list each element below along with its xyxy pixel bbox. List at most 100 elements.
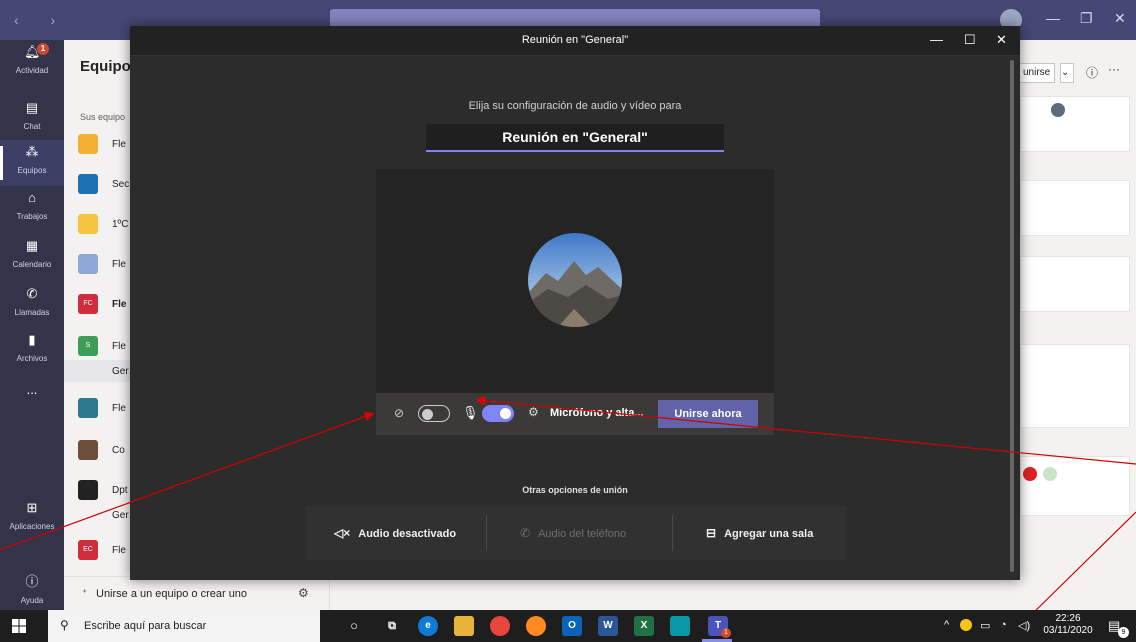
join-meeting-button[interactable]: unirse	[1018, 63, 1056, 83]
team-name: Fle	[112, 403, 126, 414]
team-name: Fle	[112, 341, 126, 352]
phone-icon: ✆	[26, 286, 38, 301]
activity-badge: 1	[37, 43, 49, 55]
team-icon	[78, 398, 98, 418]
volume-icon[interactable]: ◁)	[1018, 619, 1030, 632]
chevron-up-icon[interactable]: ^	[944, 619, 949, 631]
other-join-options: ◁× Audio desactivado ✆ Audio del teléfono …	[306, 506, 846, 560]
option-label: Audio desactivado	[358, 528, 457, 540]
apps-icon: ⊞	[26, 500, 38, 515]
rail-label: Calendario	[12, 260, 52, 269]
gear-icon[interactable]: ⚙	[528, 405, 539, 419]
team-icon	[78, 174, 98, 194]
battery-icon[interactable]: ▭	[980, 619, 990, 632]
camera-off-icon: ⊘	[394, 406, 405, 420]
join-create-team[interactable]: ⁺ Unirse a un equipo o crear uno ⚙	[64, 576, 330, 610]
more-options-icon[interactable]: ···	[1108, 62, 1120, 76]
cortana-icon[interactable]: ○	[344, 616, 364, 636]
rail-calendar[interactable]: ▦ Calendario	[0, 234, 64, 280]
camera-toggle[interactable]	[418, 405, 450, 422]
microphone-icon: 🎙︎	[462, 405, 479, 420]
info-icon[interactable]: ⓘ	[1086, 64, 1098, 81]
rail-apps[interactable]: ⊞ Aplicaciones	[0, 496, 64, 542]
chat-icon: ▤	[25, 100, 39, 115]
option-label: Agregar una sala	[724, 528, 814, 540]
close-icon[interactable]: ✕	[996, 32, 1007, 48]
rail-assignments[interactable]: ⌂ Trabajos	[0, 186, 64, 232]
post-card	[1020, 96, 1130, 152]
meeting-name-input[interactable]	[426, 124, 724, 152]
teams-notification-badge: 1	[721, 628, 731, 638]
task-view-icon[interactable]: ⧉	[382, 616, 402, 636]
panel-title: Equipo	[80, 58, 131, 75]
windows-taskbar: ⚲ Escribe aquí para buscar ○ ⧉ e O W X T…	[0, 610, 1136, 642]
rail-label: Equipos	[17, 166, 47, 175]
phone-audio-option[interactable]: ✆ Audio del teléfono	[520, 506, 626, 560]
wifi-icon[interactable]: ◔	[1000, 619, 1007, 631]
chevron-down-icon[interactable]: ⌄	[1060, 63, 1074, 83]
channel-general-2[interactable]: Ger	[112, 510, 129, 521]
rail-label: Archivos	[16, 354, 48, 363]
clock-date: 03/11/2020	[1043, 625, 1093, 636]
rail-calls[interactable]: ✆ Llamadas	[0, 282, 64, 328]
rail-teams[interactable]: ⁂ Equipos	[0, 140, 64, 186]
toggle-knob	[422, 409, 433, 420]
outlook-icon[interactable]: O	[562, 616, 582, 636]
team-icon	[78, 480, 98, 500]
rail-more[interactable]: ...	[0, 378, 64, 424]
join-create-label: Unirse a un equipo o crear uno	[96, 588, 248, 600]
team-name: 1ºC	[112, 219, 129, 230]
team-name: Co	[112, 445, 125, 456]
taskbar-search[interactable]: ⚲ Escribe aquí para buscar	[48, 610, 320, 642]
rail-chat[interactable]: ▤ Chat	[0, 96, 64, 142]
edge-icon[interactable]: e	[418, 616, 438, 636]
divider	[672, 515, 673, 551]
back-forward-nav[interactable]: ‹ ›	[14, 12, 69, 28]
maximize-icon[interactable]: ❐	[1080, 10, 1093, 27]
phone-icon: ✆	[520, 526, 531, 540]
notification-count: 9	[1118, 627, 1129, 638]
user-avatar	[528, 233, 622, 327]
windows-start-icon[interactable]	[12, 619, 26, 633]
minimize-icon[interactable]: —	[930, 32, 943, 47]
more-icon: ...	[26, 382, 38, 397]
system-clock[interactable]: 22:26 03/11/2020	[1040, 613, 1096, 637]
team-icon	[78, 214, 98, 234]
audio-off-option[interactable]: ◁× Audio desactivado	[334, 506, 456, 560]
microphone-toggle[interactable]	[482, 405, 514, 422]
word-icon[interactable]: W	[598, 616, 618, 636]
avatar	[1051, 103, 1065, 117]
team-icon: EC	[78, 540, 98, 560]
store-icon[interactable]	[670, 616, 690, 636]
app-tray-icon[interactable]	[960, 619, 972, 631]
rail-label: Chat	[23, 122, 41, 131]
team-icon	[78, 134, 98, 154]
file-explorer-icon[interactable]	[454, 616, 474, 636]
firefox-icon[interactable]	[526, 616, 546, 636]
channel-general[interactable]: Ger	[112, 366, 129, 377]
clock-time: 22:26	[1055, 613, 1081, 624]
gear-icon[interactable]: ⚙	[298, 586, 309, 600]
option-label: Audio del teléfono	[538, 528, 627, 540]
add-room-option[interactable]: ⊟ Agregar una sala	[706, 506, 813, 560]
chrome-icon[interactable]	[490, 616, 510, 636]
rail-label: Ayuda	[20, 596, 44, 605]
excel-icon[interactable]: X	[634, 616, 654, 636]
team-name: Fle	[112, 259, 126, 270]
minimize-icon[interactable]: —	[1046, 10, 1060, 26]
teams-icon: ⁂	[25, 144, 39, 159]
close-icon[interactable]: ✕	[1114, 10, 1126, 27]
scrollbar[interactable]	[1010, 60, 1014, 572]
rail-label: Aplicaciones	[9, 522, 55, 531]
join-now-button[interactable]: Unirse ahora	[658, 400, 758, 428]
avatar	[1023, 467, 1037, 481]
rail-activity[interactable]: 🔔︎ 1 Actividad	[0, 40, 64, 86]
maximize-icon[interactable]: ☐	[964, 32, 976, 48]
add-people-icon: ⁺	[82, 588, 88, 599]
post-card	[1020, 256, 1130, 312]
device-settings-link[interactable]: Micrófono y alta...	[550, 407, 644, 419]
rail-label: Actividad	[15, 66, 49, 75]
rail-files[interactable]: ▮ Archivos	[0, 328, 64, 374]
dialog-title: Reunión en "General"	[130, 26, 1020, 56]
search-icon: ⚲	[60, 618, 69, 632]
